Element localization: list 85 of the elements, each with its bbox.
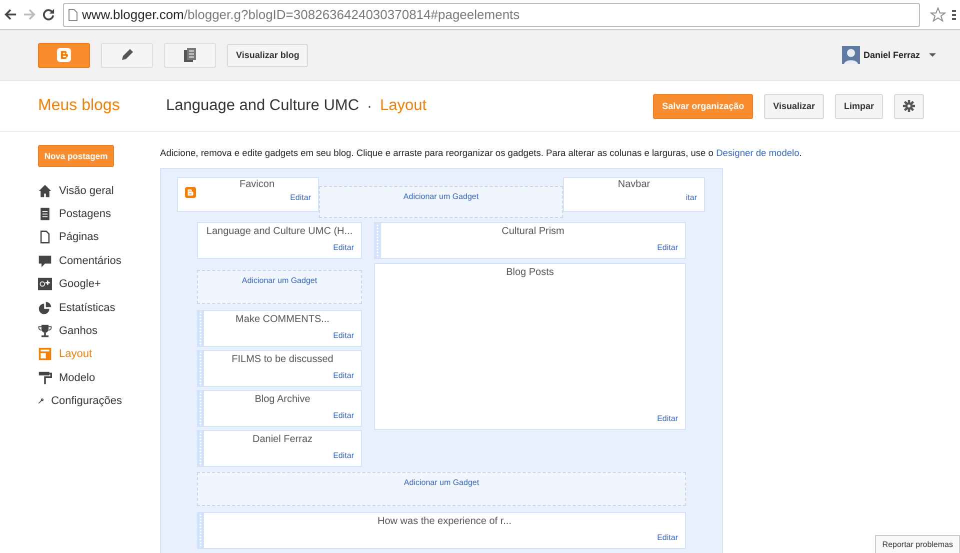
add-gadget-link[interactable]: Adicionar um Gadget xyxy=(242,276,318,286)
settings-button[interactable] xyxy=(894,94,924,118)
report-problems-button[interactable]: Reportar problemas xyxy=(875,535,960,553)
edit-link[interactable]: Editar xyxy=(290,193,311,202)
trophy-icon[interactable] xyxy=(38,324,52,338)
blogger-logo-icon xyxy=(56,47,72,63)
drag-handle[interactable] xyxy=(198,513,204,548)
avatar-icon[interactable] xyxy=(842,46,860,64)
add-gadget-area[interactable]: Adicionar um Gadget xyxy=(197,472,686,506)
gadget-title: Favicon xyxy=(238,179,276,190)
gadget-title: Language and Culture UMC (H... xyxy=(205,226,354,237)
gadget-card[interactable]: How was the experience of r... Editar xyxy=(197,512,686,549)
add-gadget-area[interactable]: Adicionar um Gadget xyxy=(319,186,563,218)
edit-link[interactable]: Editar xyxy=(657,533,678,542)
add-gadget-link[interactable]: Adicionar um Gadget xyxy=(404,478,480,488)
gadget-title: Blog Archive xyxy=(254,394,312,405)
add-gadget-link[interactable]: Adicionar um Gadget xyxy=(403,192,479,202)
gadget-card[interactable]: Cultural Prism Editar xyxy=(374,222,686,259)
gadget-title: FILMS to be discussed xyxy=(230,354,334,365)
documents-icon xyxy=(182,47,198,63)
nav-item[interactable]: Google+ xyxy=(59,278,101,290)
layout-icon[interactable] xyxy=(38,347,52,362)
gadget-card[interactable]: Favicon Editar xyxy=(177,177,319,212)
gadget-title: Navbar xyxy=(616,179,652,190)
page-icon[interactable] xyxy=(38,230,52,244)
gadget-title: Make COMMENTS... xyxy=(234,314,330,325)
edit-link[interactable]: Editar xyxy=(333,331,354,340)
drag-handle[interactable] xyxy=(198,431,204,466)
speech-bubble-icon[interactable] xyxy=(38,254,52,268)
google-plus-icon[interactable] xyxy=(38,277,52,292)
gadget-card[interactable]: Daniel Ferraz Editar xyxy=(197,430,362,467)
pencil-icon xyxy=(119,47,135,63)
gadget-title: Daniel Ferraz xyxy=(251,434,314,445)
nav-item[interactable]: Postagens xyxy=(59,208,111,220)
paint-roller-icon[interactable] xyxy=(38,370,52,385)
drag-handle[interactable] xyxy=(198,311,204,346)
edit-link[interactable]: Editar xyxy=(657,414,678,423)
back-icon[interactable] xyxy=(4,8,17,21)
nav-item[interactable]: Páginas xyxy=(59,231,99,244)
edit-link[interactable]: Editar xyxy=(333,411,354,420)
section-title: Layout xyxy=(380,97,427,115)
drag-handle[interactable] xyxy=(198,391,204,426)
reload-icon[interactable] xyxy=(42,8,55,21)
caret-icon[interactable] xyxy=(929,53,936,57)
drag-handle[interactable] xyxy=(375,223,381,258)
blog-title: Language and Culture UMC xyxy=(166,97,360,115)
gadget-card[interactable]: FILMS to be discussed Editar xyxy=(197,350,362,387)
gadget-title: Blog Posts xyxy=(505,267,555,278)
edit-link[interactable]: itar xyxy=(686,193,697,202)
instructions-text: Adicione, remova e edite gadgets em seu blog. Clique e arraste para reorganizar os gadgets. Para alterar as colunas e larguras, use o Designer de modelo. xyxy=(160,148,802,158)
nav-item[interactable]: Modelo xyxy=(59,372,96,384)
edit-link[interactable]: Editar xyxy=(333,243,354,252)
pie-chart-icon[interactable] xyxy=(38,300,52,315)
user-name[interactable]: Daniel Ferraz xyxy=(863,50,920,60)
gadget-title: How was the experience of r... xyxy=(376,516,512,527)
blogger-button[interactable] xyxy=(38,42,90,68)
nav-item[interactable]: Configurações xyxy=(51,395,122,408)
edit-link[interactable]: Editar xyxy=(333,371,354,380)
new-post-button[interactable] xyxy=(101,42,153,68)
house-icon[interactable] xyxy=(38,184,52,198)
clear-button[interactable]: Limpar xyxy=(834,94,883,118)
nav-item[interactable]: Ganhos xyxy=(59,325,98,338)
preview-button[interactable]: Visualizar xyxy=(764,94,824,118)
edit-link[interactable]: Editar xyxy=(657,243,678,252)
view-blog-button[interactable]: Visualizar blog xyxy=(227,44,308,66)
nav-item[interactable]: Estatísticas xyxy=(59,302,116,314)
posts-button[interactable] xyxy=(164,42,216,68)
gadget-card[interactable]: Language and Culture UMC (H... Editar xyxy=(197,222,362,259)
gadget-card[interactable]: Blog Posts Editar xyxy=(374,263,686,430)
star-icon[interactable] xyxy=(930,6,946,22)
menu-icon[interactable] xyxy=(952,8,956,20)
gadget-card[interactable]: Blog Archive Editar xyxy=(197,390,362,427)
gadget-card[interactable]: Navbar itar xyxy=(563,177,705,212)
edit-link[interactable]: Editar xyxy=(333,451,354,460)
address-bar[interactable]: www.blogger.com/blogger.g?blogID=3082636424030370814#pageelements xyxy=(63,2,920,26)
add-gadget-area[interactable]: Adicionar um Gadget xyxy=(197,270,362,304)
separator-dot: · xyxy=(367,98,372,114)
document-icon[interactable] xyxy=(38,207,52,222)
gear-icon xyxy=(903,99,915,113)
nav-item[interactable]: Comentários xyxy=(59,254,122,267)
gadget-title: Cultural Prism xyxy=(500,226,566,237)
gadget-card[interactable]: Make COMMENTS... Editar xyxy=(197,310,362,347)
drag-handle[interactable] xyxy=(198,351,204,386)
nav-item[interactable]: Visão geral xyxy=(59,184,114,197)
template-designer-link[interactable]: Designer de modelo xyxy=(716,148,800,158)
